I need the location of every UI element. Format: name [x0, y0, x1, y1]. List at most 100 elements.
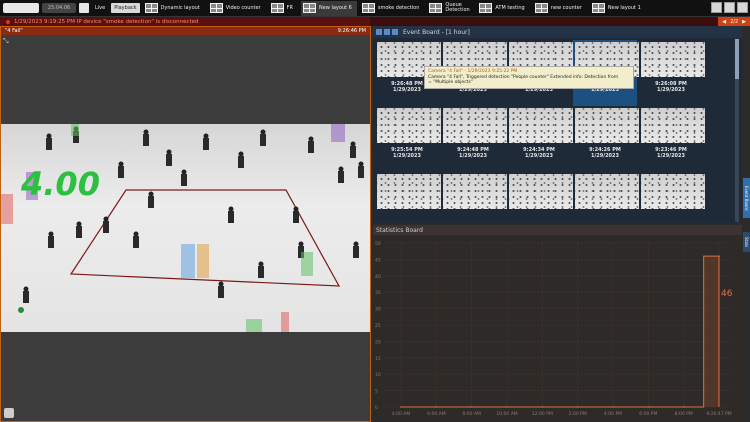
search-input[interactable]	[3, 3, 39, 13]
person-figure	[23, 286, 29, 303]
x-tick-label: 6:00 AM	[427, 411, 446, 417]
event-scrollbar[interactable]	[735, 39, 739, 222]
event-snapshot	[641, 108, 705, 143]
layout-icon	[302, 3, 316, 13]
person-figure	[148, 191, 154, 208]
playback-button[interactable]: Playback	[111, 3, 140, 13]
data-point	[682, 406, 685, 408]
event-timestamp: 9:24:48 PM 1/29/2023	[457, 147, 489, 159]
tab-smoke-detection[interactable]: smoke detection	[360, 1, 425, 16]
board-icon	[376, 29, 382, 35]
maximize-icon[interactable]	[724, 2, 735, 13]
series-area	[703, 256, 719, 407]
time-display: 25:04:06	[42, 3, 76, 13]
event-tooltip: Camera "4 Fall" - 1/29/2023 9:25:22 PM C…	[424, 66, 634, 89]
tab-new-layout-1[interactable]: New layout 1	[590, 1, 646, 16]
person-figure	[228, 206, 234, 223]
event-timestamp: 9:25:54 PM 1/29/2023	[391, 147, 423, 159]
event-thumbnail[interactable]: 9:23:46 PM 1/29/2023	[639, 106, 705, 172]
person-figure	[133, 231, 139, 248]
disconnect-alert[interactable]: 1/29/2023 9:19:25 PM IP device "smoke de…	[0, 17, 370, 26]
person-figure	[308, 136, 314, 153]
people-counter-value: 4.00	[21, 165, 100, 203]
close-icon[interactable]	[737, 2, 748, 13]
data-point	[576, 406, 579, 408]
side-tab-event-board[interactable]: Event Board	[743, 178, 750, 218]
camera-settings-icon[interactable]	[4, 408, 14, 418]
event-timestamp: 9:26:08 PM 1/29/2023	[655, 81, 687, 93]
person-figure	[203, 133, 209, 150]
video-frame	[1, 124, 370, 332]
event-thumbnail[interactable]: 9:24:26 PM 1/29/2023	[573, 106, 639, 172]
event-thumbnail[interactable]: 9:24:34 PM 1/29/2023	[507, 106, 573, 172]
data-point	[435, 406, 438, 408]
statistics-chart[interactable]: 0 5 10 15 20 25 30 35 40 45 50 4:00 AM 6:00 AM 8:00 A…	[373, 235, 742, 422]
data-point	[470, 406, 473, 408]
person-figure	[48, 231, 54, 248]
tab-dynamic-layout[interactable]: Dynamic layout	[143, 1, 205, 16]
event-board: Event Board - [1 hour] 9:26:48 PM 1/29/2…	[373, 26, 742, 223]
status-dot	[18, 307, 24, 313]
person-figure	[218, 281, 224, 298]
event-snapshot	[509, 108, 573, 143]
person-figure	[358, 161, 364, 178]
data-point	[541, 406, 544, 408]
data-point	[506, 406, 508, 408]
tab-queue-detection[interactable]: Queue Detection	[427, 1, 474, 16]
camera-title: "4 Fall"	[5, 28, 23, 34]
window-controls	[711, 2, 748, 13]
event-snapshot	[509, 174, 573, 209]
y-tick-label: 50	[375, 241, 381, 247]
event-thumbnail[interactable]: 9:24:48 PM 1/29/2023	[441, 106, 507, 172]
person-figure	[46, 133, 52, 150]
collapse-icon[interactable]: ⤡	[3, 37, 9, 46]
statistics-board-header: Statistics Board	[373, 225, 742, 235]
tab-video-counter[interactable]: Video counter	[208, 1, 266, 16]
x-tick-label: 10:00 AM	[496, 411, 517, 417]
x-tick-label: 6:00 PM	[639, 411, 657, 417]
event-snapshot	[641, 42, 705, 77]
top-toolbar: 25:04:06 Live Playback Dynamic layout Vi…	[0, 0, 750, 17]
camera-header: "4 Fall" 9:26:46 PM	[1, 27, 370, 35]
next-page-icon[interactable]: ▶	[742, 19, 746, 25]
grid-icon[interactable]	[79, 3, 89, 13]
y-tick-label: 0	[375, 405, 378, 411]
person-figure	[293, 206, 299, 223]
tracking-box	[246, 319, 262, 332]
x-tick-label: 4:00 AM	[392, 411, 411, 417]
data-point	[612, 406, 614, 408]
y-tick-label: 35	[375, 290, 381, 296]
tracking-box	[181, 244, 195, 278]
event-thumbnail[interactable]: 9:26:08 PM 1/29/2023	[639, 40, 705, 106]
prev-page-icon[interactable]: ◀	[722, 19, 726, 25]
scroll-thumb[interactable]	[735, 39, 739, 79]
tab-atm-testing[interactable]: ATM testing	[477, 1, 529, 16]
minimize-icon[interactable]	[711, 2, 722, 13]
person-figure	[103, 216, 109, 233]
layout-pager: ◀ 2/2 ▶	[718, 17, 750, 26]
side-tab-stats[interactable]: Stats	[743, 232, 750, 252]
y-tick-label: 15	[375, 356, 381, 362]
y-tick-label: 40	[375, 274, 381, 280]
live-button[interactable]: Live	[92, 3, 109, 13]
tab-fr[interactable]: FR	[269, 1, 298, 16]
event-timestamp: 9:23:46 PM 1/29/2023	[655, 147, 687, 159]
event-timestamp: 9:24:34 PM 1/29/2023	[523, 147, 555, 159]
tracking-box	[301, 252, 313, 276]
alert-icon	[6, 19, 10, 24]
layout-icon	[144, 3, 158, 13]
person-figure	[181, 169, 187, 186]
y-tick-label: 20	[375, 339, 381, 345]
event-snapshot	[575, 108, 639, 143]
y-tick-label: 10	[375, 372, 381, 378]
person-figure	[338, 166, 344, 183]
y-tick-label: 25	[375, 323, 381, 329]
camera-view[interactable]: "4 Fall" 9:26:46 PM ⤡ 4.00	[0, 26, 371, 422]
tracking-box	[197, 244, 209, 278]
event-snapshot	[641, 174, 705, 209]
camera-time: 9:26:46 PM	[337, 28, 366, 34]
tab-new-layout-6[interactable]: New layout 6	[300, 0, 357, 16]
x-tick-label: 12:00 PM	[532, 411, 553, 417]
tab-new-counter[interactable]: new counter	[533, 1, 587, 16]
event-thumbnail[interactable]: 9:25:54 PM 1/29/2023	[375, 106, 441, 172]
